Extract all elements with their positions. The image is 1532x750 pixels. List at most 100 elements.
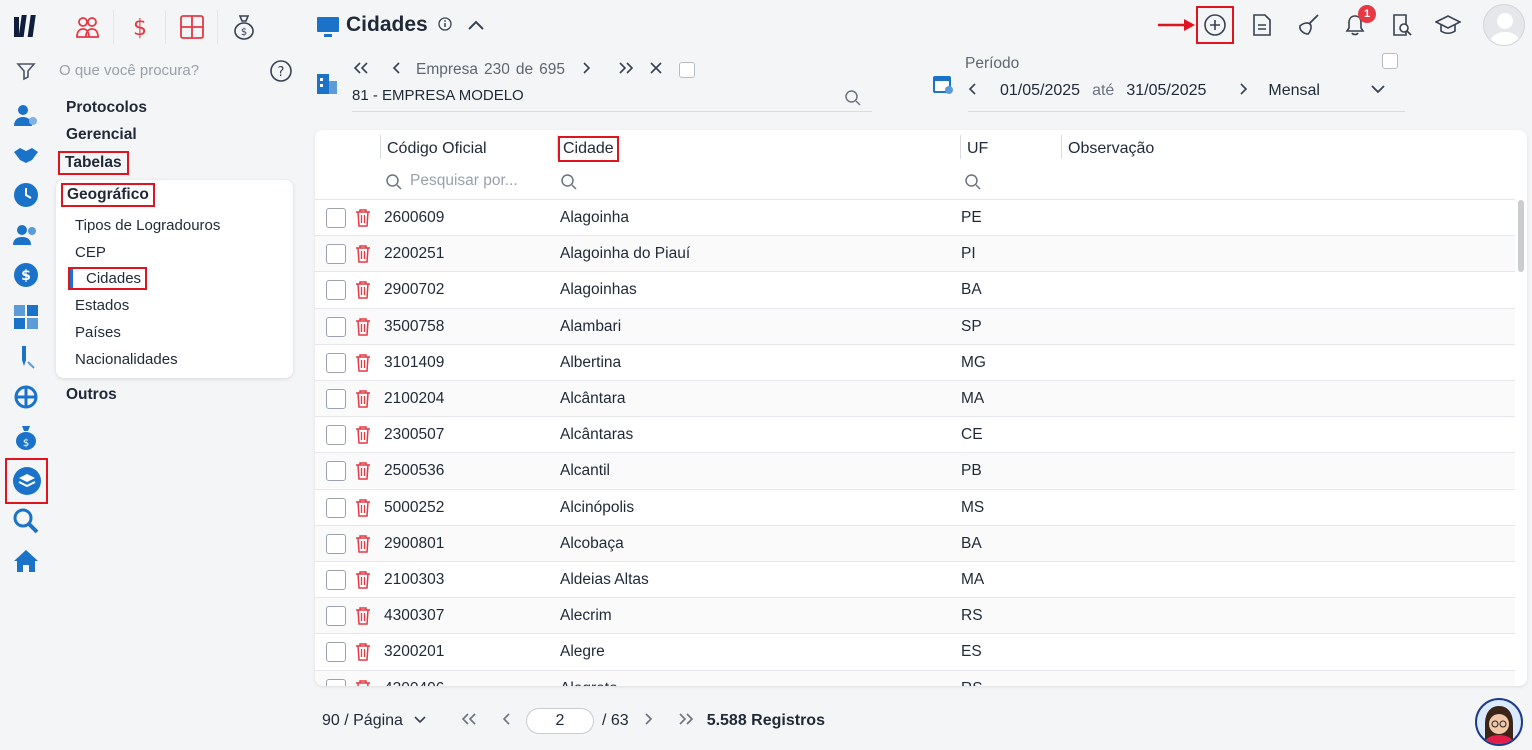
table-row[interactable]: 3500758 Alambari SP (315, 307, 1515, 344)
filter-codigo[interactable]: Pesquisar por... (385, 170, 545, 194)
bell-icon[interactable]: 1 (1338, 5, 1376, 42)
submenu-item-paises[interactable]: Países (75, 324, 121, 341)
chevrons-first-icon[interactable] (352, 61, 370, 80)
row-checkbox[interactable] (326, 208, 346, 228)
row-checkbox[interactable] (326, 533, 346, 554)
submenu-item-nacionalidades[interactable]: Nacionalidades (75, 351, 178, 368)
row-checkbox[interactable] (326, 570, 346, 590)
people-icon[interactable] (62, 10, 114, 44)
filter-icon[interactable] (8, 54, 44, 88)
table-row[interactable]: 2900702 Alagoinhas BA (315, 271, 1515, 307)
chevrons-first-icon[interactable] (460, 712, 478, 731)
table-row[interactable]: 2600609 Alagoinha PE (315, 199, 1515, 235)
table-row[interactable]: 3101409 Albertina MG (315, 343, 1515, 380)
chevron-right-icon[interactable] (581, 61, 591, 80)
report-search-icon[interactable] (1385, 8, 1419, 42)
trash-icon[interactable] (355, 425, 371, 450)
money-bag-icon[interactable]: $ (8, 420, 44, 454)
home-icon[interactable] (8, 544, 44, 578)
chevron-right-icon[interactable] (1238, 82, 1248, 101)
scrollbar[interactable] (1518, 200, 1524, 272)
add-icon[interactable] (1196, 6, 1234, 44)
row-checkbox[interactable] (326, 352, 346, 373)
table-row[interactable]: 2500536 Alcantil PB (315, 452, 1515, 489)
table-row[interactable]: 4300406 Alegrete RS (315, 669, 1515, 686)
table-row[interactable]: 2300507 Alcântaras CE (315, 416, 1515, 452)
menu-tabelas[interactable]: Tabelas (58, 151, 129, 175)
row-checkbox[interactable] (326, 678, 346, 686)
periodo-checkbox[interactable] (1382, 53, 1398, 69)
trash-icon[interactable] (355, 534, 371, 559)
chevron-left-icon[interactable] (392, 61, 402, 80)
user-avatar[interactable] (1483, 4, 1525, 46)
search-icon[interactable] (8, 504, 44, 538)
trash-icon[interactable] (355, 389, 371, 414)
column-header-uf[interactable]: UF (967, 138, 988, 160)
graduation-cap-icon[interactable] (1431, 8, 1465, 42)
handshake-icon[interactable] (8, 138, 44, 172)
menu-outros[interactable]: Outros (66, 386, 117, 404)
row-checkbox[interactable] (326, 280, 346, 301)
periodo-start[interactable]: 01/05/2025 (1000, 82, 1080, 100)
chevron-up-icon[interactable] (467, 13, 485, 37)
chevron-down-icon[interactable] (1370, 82, 1386, 100)
submenu-item-cep[interactable]: CEP (75, 244, 106, 261)
row-checkbox[interactable] (326, 642, 346, 663)
submenu-item-tipos-logradouros[interactable]: Tipos de Logradouros (75, 217, 220, 234)
chevron-left-icon[interactable] (968, 82, 978, 101)
empresa-checkbox[interactable] (679, 62, 696, 78)
info-icon[interactable] (437, 13, 452, 37)
menu-protocolos[interactable]: Protocolos (66, 99, 147, 117)
table-row[interactable]: 2100204 Alcântara MA (315, 380, 1515, 416)
column-header-cidade[interactable]: Cidade (558, 136, 619, 162)
row-checkbox[interactable] (326, 497, 346, 518)
table-row[interactable]: 5000252 Alcinópolis MS (315, 488, 1515, 525)
submenu-geografico[interactable]: Geográfico (61, 183, 155, 207)
column-header-codigo[interactable]: Código Oficial (387, 138, 487, 160)
assistant-avatar[interactable] (1475, 698, 1523, 746)
row-checkbox[interactable] (326, 389, 346, 409)
row-checkbox[interactable] (326, 425, 346, 446)
row-checkbox[interactable] (326, 244, 346, 265)
help-icon[interactable]: ? (270, 60, 292, 87)
row-checkbox[interactable] (326, 316, 346, 337)
pen-icon[interactable] (8, 340, 44, 374)
trash-icon[interactable] (355, 280, 371, 305)
page-size-select[interactable]: 90 / Página (322, 710, 427, 732)
submenu-item-cidades[interactable]: Cidades (67, 267, 148, 290)
dollar-icon[interactable]: $ (8, 258, 44, 292)
chevron-right-icon[interactable] (643, 712, 653, 731)
chevrons-last-icon[interactable] (617, 61, 635, 80)
page-input[interactable]: 2 (526, 708, 594, 734)
periodo-end[interactable]: 31/05/2025 (1126, 82, 1206, 100)
trash-icon[interactable] (355, 208, 371, 233)
chevrons-last-icon[interactable] (677, 712, 695, 731)
table-row[interactable]: 2900801 Alcobaça BA (315, 524, 1515, 561)
row-checkbox[interactable] (326, 606, 346, 627)
empresa-name[interactable]: 81 - EMPRESA MODELO (352, 87, 524, 104)
filter-uf[interactable] (964, 170, 984, 194)
trash-icon[interactable] (355, 570, 371, 595)
periodo-mode[interactable]: Mensal (1268, 82, 1320, 100)
trash-icon[interactable] (355, 498, 371, 523)
close-icon[interactable] (649, 61, 663, 80)
filter-cidade[interactable] (560, 170, 580, 194)
table-row[interactable]: 3200201 Alegre ES (315, 633, 1515, 669)
trash-icon[interactable] (355, 317, 371, 342)
clock-icon[interactable] (8, 178, 44, 212)
submenu-item-estados[interactable]: Estados (75, 297, 129, 314)
menu-search[interactable]: O que você procura? ? (44, 60, 294, 82)
money-bag-icon[interactable]: $ (218, 10, 270, 44)
trash-icon[interactable] (355, 461, 371, 486)
column-header-observacao[interactable]: Observação (1068, 138, 1154, 160)
layers-icon[interactable] (5, 458, 48, 504)
trash-icon[interactable] (355, 606, 371, 631)
trash-icon[interactable] (355, 679, 371, 686)
trash-icon[interactable] (355, 244, 371, 269)
table-row[interactable]: 2100303 Aldeias Altas MA (315, 561, 1515, 597)
row-checkbox[interactable] (326, 461, 346, 482)
trash-icon[interactable] (355, 642, 371, 667)
search-icon[interactable] (844, 89, 862, 112)
users-icon[interactable] (8, 218, 44, 252)
calculator-icon[interactable] (166, 10, 218, 44)
